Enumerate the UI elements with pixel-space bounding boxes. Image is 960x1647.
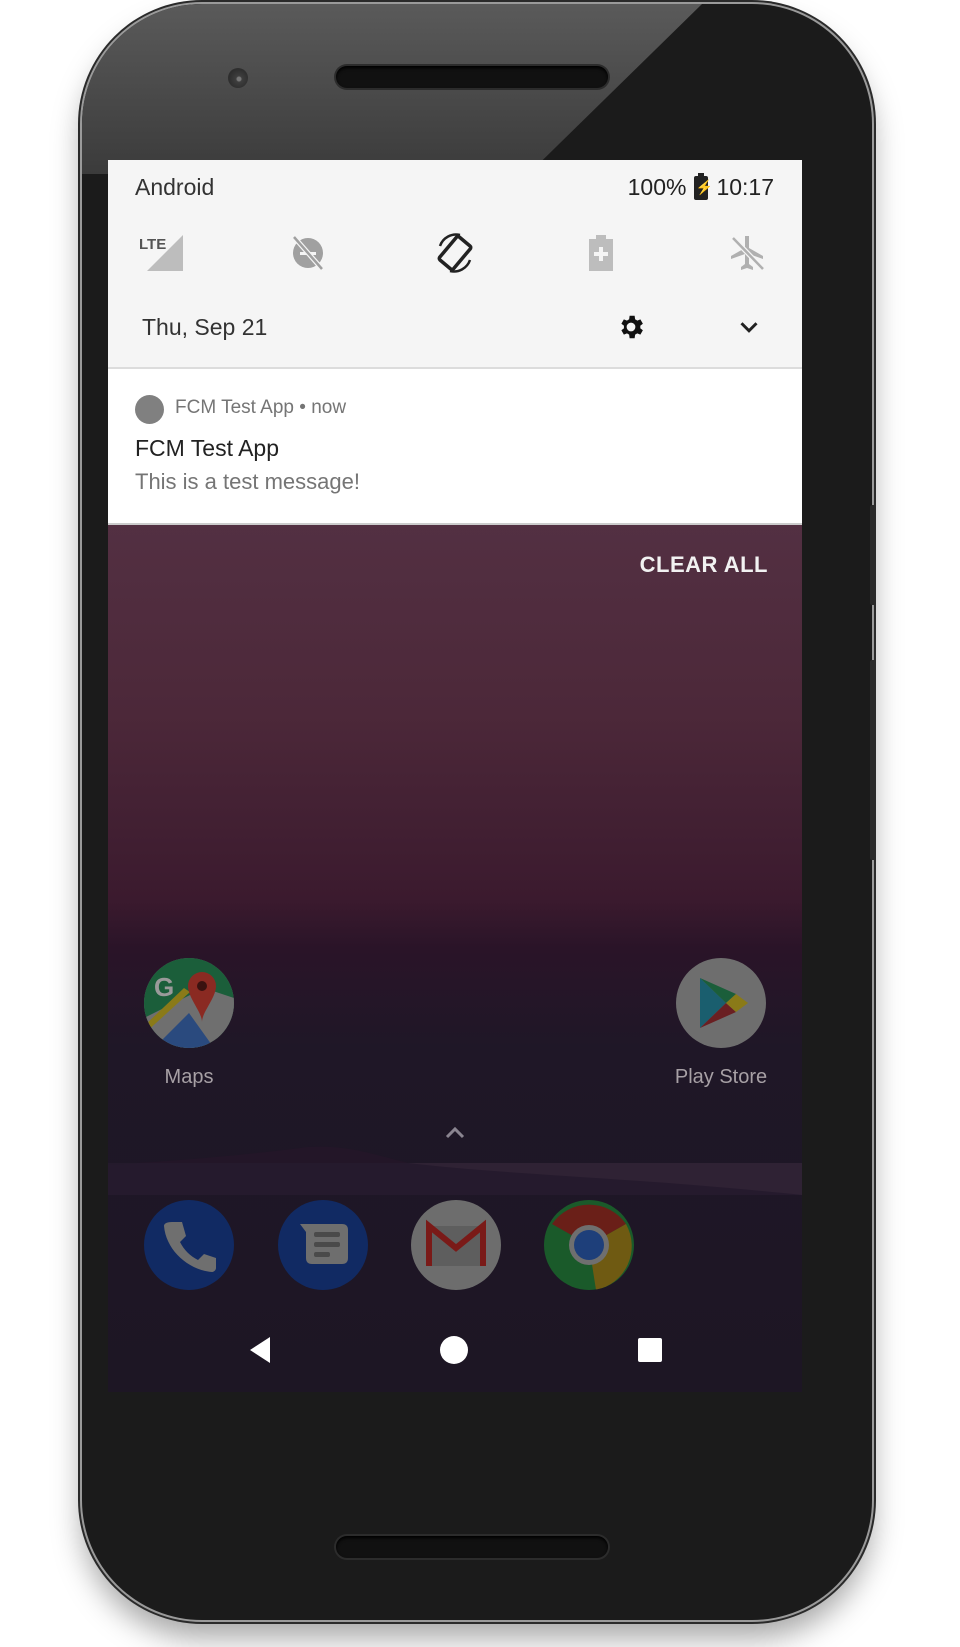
quick-settings-tiles: LTE — [108, 228, 802, 278]
recents-icon — [638, 1338, 662, 1362]
bottom-speaker — [336, 1536, 608, 1558]
airplane-off-icon — [731, 236, 765, 271]
lte-signal-icon: LTE — [139, 235, 183, 271]
battery-charging-icon — [694, 172, 713, 200]
notification-title: FCM Test App — [135, 435, 280, 461]
back-button[interactable] — [246, 1335, 274, 1375]
notification-separator: • — [299, 397, 306, 418]
front-camera — [228, 68, 248, 88]
top-speaker — [336, 66, 608, 88]
carrier-label: Android — [135, 174, 215, 200]
volume-button[interactable] — [870, 660, 876, 860]
chrome-icon[interactable] — [544, 1200, 634, 1290]
screen-rotation-icon — [437, 233, 473, 273]
play-store-label[interactable]: Play Store — [651, 1066, 791, 1089]
notification-header: FCM Test App • now — [175, 397, 346, 419]
svg-text:LTE: LTE — [139, 236, 166, 253]
battery-percent: 100% — [627, 174, 687, 200]
data-saver-off-icon — [292, 235, 324, 271]
recents-button[interactable] — [636, 1335, 664, 1375]
chevron-down-icon[interactable] — [734, 312, 764, 342]
tile-airplane-mode[interactable] — [722, 228, 772, 278]
gmail-icon[interactable] — [411, 1200, 501, 1290]
notification-app-name: FCM Test App — [175, 397, 294, 418]
svg-text:G: G — [154, 972, 174, 1002]
notification-card[interactable]: FCM Test App • now FCM Test App This is … — [108, 369, 802, 525]
messages-icon[interactable] — [278, 1200, 368, 1290]
play-store-icon[interactable] — [676, 958, 766, 1048]
date-label: Thu, Sep 21 — [142, 314, 268, 340]
maps-icon[interactable]: G — [144, 958, 234, 1048]
app-icon — [135, 395, 164, 424]
phone-icon[interactable] — [144, 1200, 234, 1290]
tile-data-saver[interactable] — [283, 228, 333, 278]
home-button[interactable] — [439, 1335, 469, 1375]
tile-auto-rotate[interactable] — [430, 228, 480, 278]
tile-battery-saver[interactable] — [576, 228, 626, 278]
maps-label[interactable]: Maps — [119, 1066, 259, 1089]
status-bar: Android 100% 10:17 — [108, 170, 802, 202]
back-icon — [250, 1337, 270, 1363]
glass-reflection — [82, 4, 702, 174]
home-icon — [440, 1336, 468, 1364]
date-row: Thu, Sep 21 — [108, 308, 802, 344]
screen: Android 100% 10:17 LTE — [108, 160, 802, 1392]
battery-saver-icon — [589, 235, 613, 271]
clock: 10:17 — [716, 174, 774, 200]
wallpaper-hills — [108, 1146, 802, 1195]
clear-all-button[interactable]: CLEAR ALL — [640, 552, 768, 578]
notification-time: now — [311, 397, 347, 418]
notification-text: This is a test message! — [135, 469, 360, 494]
tile-mobile-data[interactable]: LTE — [136, 228, 186, 278]
gear-icon[interactable] — [616, 312, 646, 342]
power-button[interactable] — [870, 505, 876, 605]
quick-settings-panel: Android 100% 10:17 LTE — [108, 160, 802, 369]
